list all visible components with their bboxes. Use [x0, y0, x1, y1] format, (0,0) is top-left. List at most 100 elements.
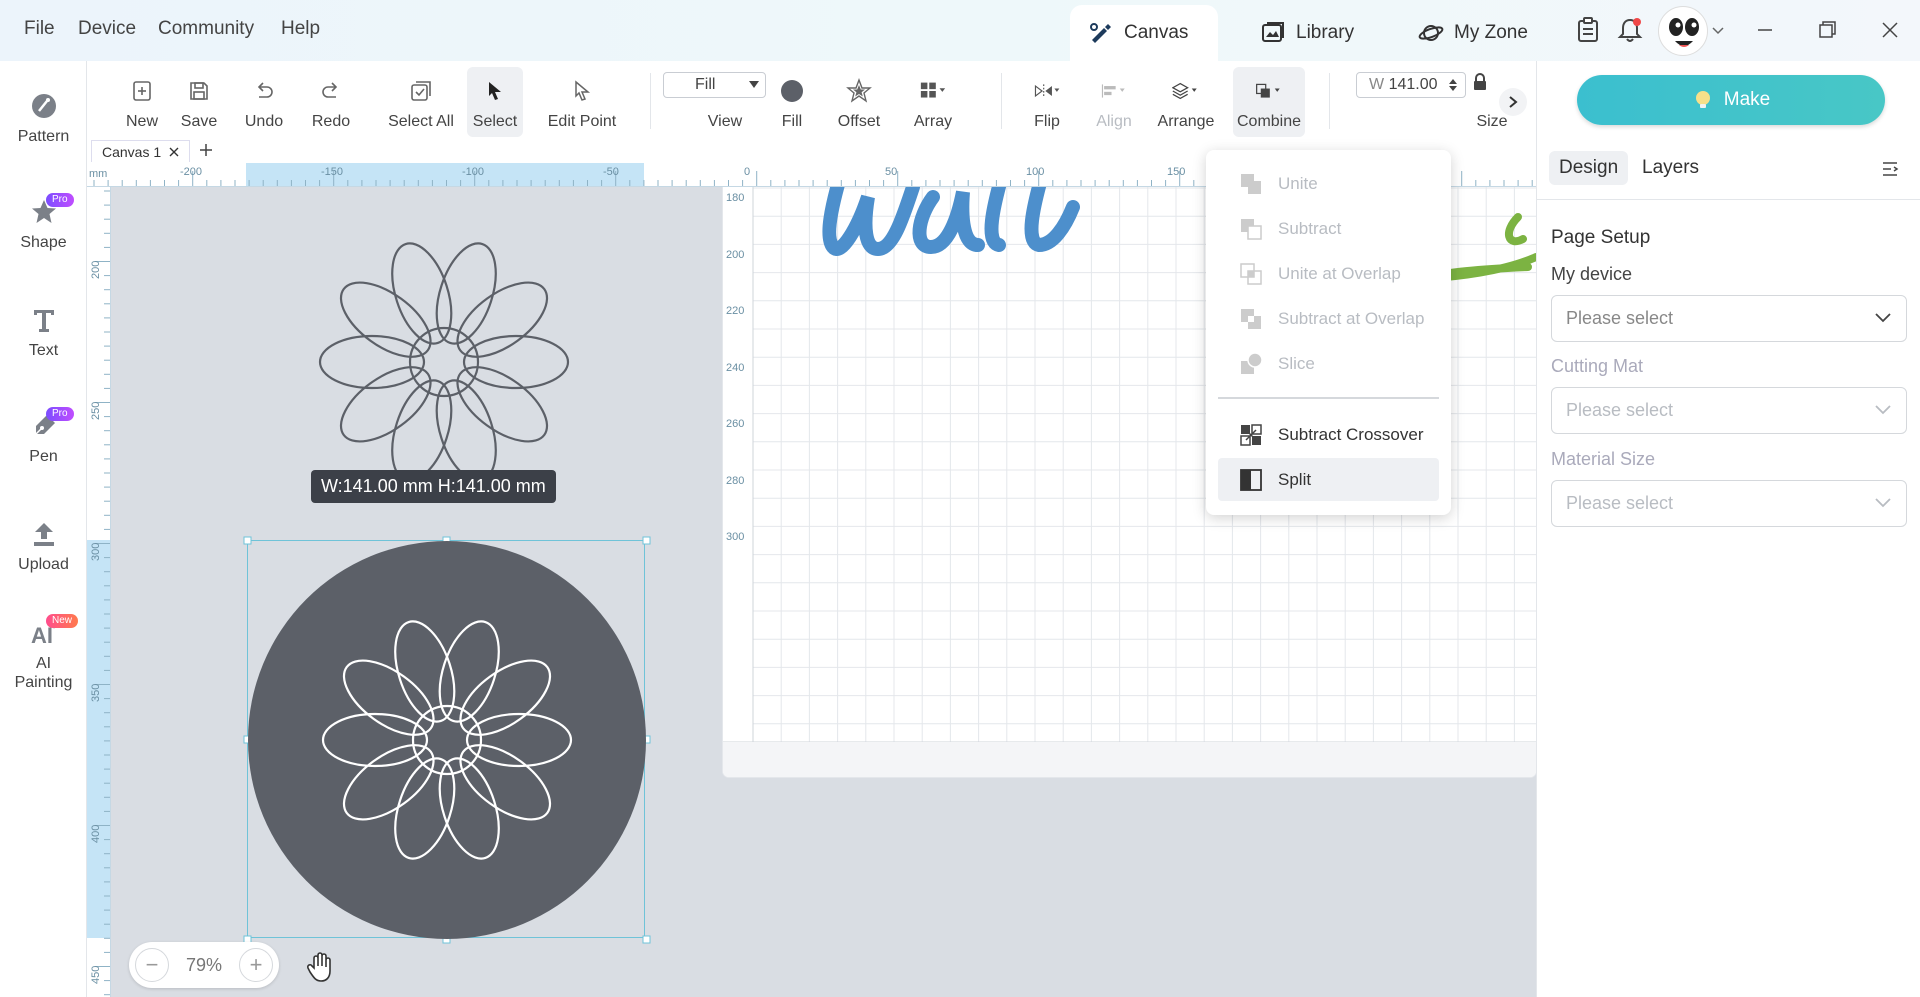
material-size-label: Material Size — [1551, 449, 1656, 469]
fill-mode-select[interactable]: Fill — [663, 72, 766, 98]
menu-help[interactable]: Help — [281, 18, 320, 40]
my-device-select[interactable]: Please select — [1551, 295, 1907, 342]
circle-flower-shape[interactable] — [248, 541, 646, 939]
collapse-panel-icon[interactable] — [1881, 160, 1901, 178]
zoom-control: − 79% + — [129, 942, 279, 988]
tab-layers[interactable]: Layers — [1632, 151, 1709, 185]
menu-file[interactable]: File — [24, 18, 55, 40]
menu-item-subtract-at-overlap[interactable]: Subtract at Overlap — [1218, 297, 1439, 340]
save-button[interactable]: Save — [174, 67, 224, 137]
menu-item-subtract-crossover[interactable]: Subtract Crossover — [1218, 413, 1439, 456]
menu-item-unite-at-overlap[interactable]: Unite at Overlap — [1218, 252, 1439, 295]
flip-button[interactable]: Flip — [1017, 67, 1077, 137]
tab-canvas[interactable]: Canvas — [1070, 5, 1218, 61]
menu-item-split[interactable]: Split — [1218, 458, 1439, 501]
select-button[interactable]: Select — [467, 67, 523, 137]
close-tab-icon[interactable] — [169, 147, 179, 157]
ruler-label: -100 — [462, 166, 485, 178]
tab-design[interactable]: Design — [1549, 151, 1629, 185]
tab-canvas-label: Canvas — [1124, 22, 1189, 43]
undo-label: Undo — [244, 113, 284, 130]
edit-point-button[interactable]: Edit Point — [537, 67, 627, 137]
offset-button[interactable]: Offset — [831, 67, 887, 137]
cutting-mat-select[interactable]: Please select — [1551, 387, 1907, 434]
zoom-level: 79% — [185, 954, 223, 975]
lock-icon[interactable] — [1472, 73, 1488, 91]
combine-button[interactable]: Combine — [1233, 67, 1305, 137]
align-button[interactable]: Align — [1089, 67, 1139, 137]
selection-box[interactable] — [243, 536, 651, 944]
dropdown-arrow-icon — [749, 81, 759, 88]
close-icon[interactable] — [1874, 14, 1906, 46]
sidebar-ai-label-1: AI — [35, 655, 52, 672]
menu-item-slice[interactable]: Slice — [1218, 342, 1439, 385]
page-setup-heading: Page Setup — [1551, 227, 1651, 248]
unite-overlap-icon — [1240, 262, 1262, 285]
hand-pan-icon[interactable] — [304, 950, 338, 984]
undo-button[interactable]: Undo — [239, 67, 289, 137]
make-label: Make — [1723, 89, 1771, 110]
sidebar-item-text[interactable]: Text — [0, 305, 87, 360]
clipboard-icon[interactable] — [1574, 16, 1602, 44]
select-all-button[interactable]: Select All — [376, 67, 466, 137]
menu-device[interactable]: Device — [78, 18, 136, 40]
arrange-button[interactable]: Arrange — [1151, 67, 1221, 137]
select-label: Select — [472, 113, 518, 130]
toolbar-scroll-right-button[interactable] — [1499, 88, 1527, 116]
left-sidebar: Pattern Pro Shape Text Pro Pen Upload Ne… — [0, 61, 87, 997]
tab-library[interactable]: Library — [1242, 5, 1372, 61]
chevron-right-icon — [1509, 96, 1518, 108]
sidebar-item-pattern[interactable]: Pattern — [0, 91, 87, 146]
select-all-label: Select All — [388, 113, 454, 130]
combine-dropdown-menu: Unite Subtract Unite at Overlap Subtract… — [1206, 150, 1451, 515]
slice-icon — [1241, 351, 1263, 374]
cutting-mat-label: Cutting Mat — [1551, 356, 1644, 376]
restore-icon[interactable] — [1811, 14, 1843, 46]
sidebar-upload-label: Upload — [18, 556, 69, 573]
redo-button[interactable]: Redo — [306, 67, 356, 137]
sidebar-item-pen[interactable]: Pro Pen — [0, 407, 87, 466]
mat-row-label: 240 — [726, 361, 745, 374]
flip-label: Flip — [1034, 113, 1060, 130]
menu-item-subtract[interactable]: Subtract — [1218, 207, 1439, 250]
minimize-icon[interactable] — [1749, 14, 1781, 46]
width-input[interactable]: W 141.00 — [1356, 72, 1466, 98]
arrange-label: Arrange — [1157, 113, 1215, 130]
sidebar-item-upload[interactable]: Upload — [0, 519, 87, 574]
mat-row-label: 280 — [726, 474, 745, 487]
tab-canvas-1[interactable]: Canvas 1 — [91, 140, 191, 162]
pro-badge: Pro — [46, 193, 74, 207]
menu-item-unite[interactable]: Unite — [1218, 162, 1439, 205]
material-size-select[interactable]: Please select — [1551, 480, 1907, 527]
edit-point-icon — [575, 80, 591, 101]
add-canvas-icon[interactable] — [199, 143, 213, 157]
tab-myzone[interactable]: My Zone — [1400, 5, 1546, 61]
fill-button[interactable]: Fill — [767, 67, 817, 137]
chevron-down-icon — [1875, 498, 1891, 508]
flower-outline-shape[interactable] — [314, 232, 574, 492]
sidebar-pen-label: Pen — [29, 448, 58, 465]
ruler-label: 350 — [90, 683, 102, 702]
menu-item-slice-label: Slice — [1278, 353, 1315, 373]
mat-row-label: 220 — [726, 305, 745, 317]
array-button[interactable]: Array — [905, 67, 961, 137]
ruler-label: 450 — [90, 965, 102, 984]
stepper-icon[interactable] — [1449, 78, 1457, 92]
make-button[interactable]: Make — [1577, 75, 1885, 125]
mat-row-label: 260 — [726, 418, 745, 430]
offset-label: Offset — [837, 113, 881, 130]
menu-community[interactable]: Community — [158, 18, 254, 40]
subtract-icon — [1241, 218, 1262, 240]
avatar[interactable] — [1658, 6, 1708, 56]
sidebar-item-shape[interactable]: Pro Shape — [0, 193, 87, 252]
chevron-down-icon[interactable] — [1712, 26, 1724, 36]
planet-icon — [1418, 25, 1444, 41]
new-button[interactable]: New — [117, 67, 167, 137]
align-icon — [1101, 84, 1125, 98]
toolbar-divider — [650, 73, 651, 129]
bell-icon[interactable] — [1616, 16, 1644, 44]
flower-petal — [318, 334, 426, 390]
zoom-out-button[interactable]: − — [135, 948, 169, 982]
sidebar-item-ai-painting[interactable]: New AI AI Painting — [0, 614, 87, 692]
zoom-in-button[interactable]: + — [239, 948, 273, 982]
